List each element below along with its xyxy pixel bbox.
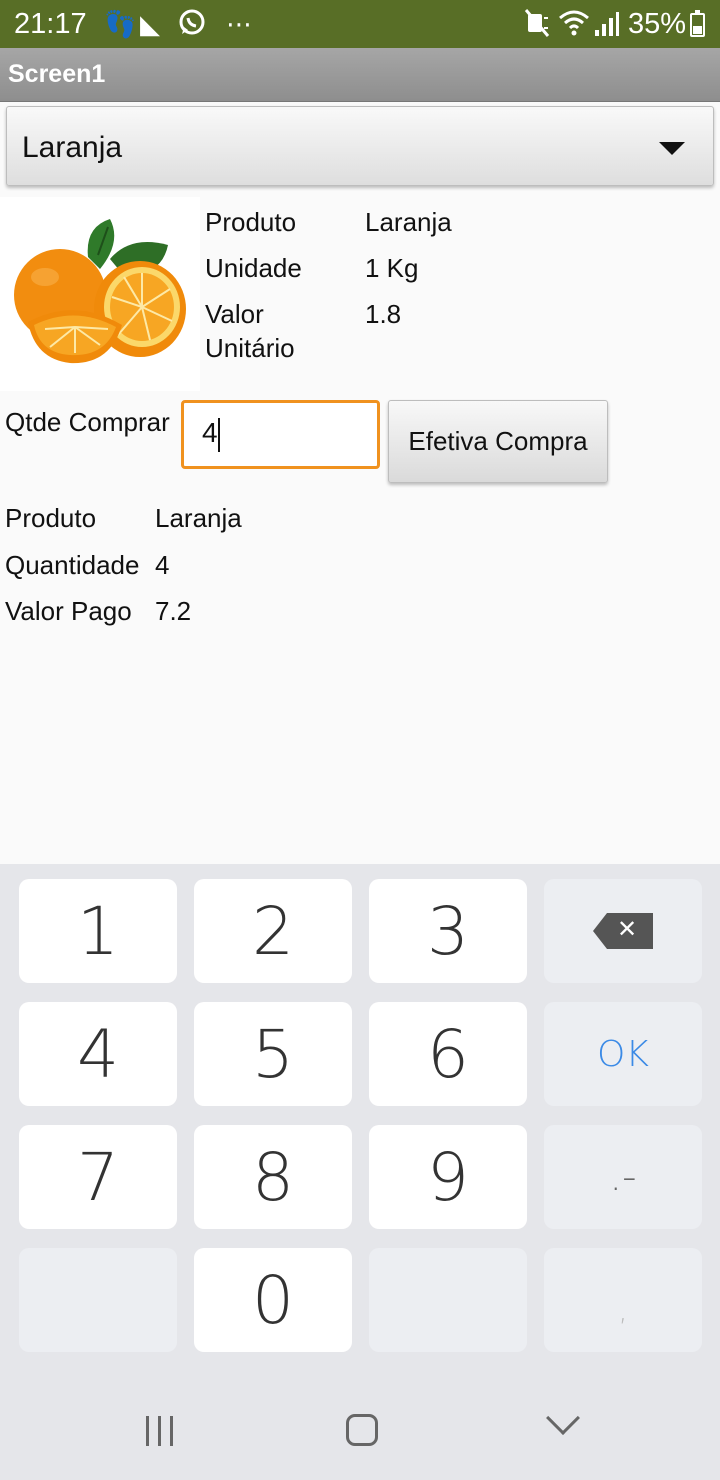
key-2[interactable]: 2	[194, 879, 352, 983]
qty-input[interactable]: 4	[181, 400, 380, 469]
unit-label: Unidade	[205, 253, 302, 283]
product-label: Produto	[205, 207, 297, 237]
hide-keyboard-icon[interactable]	[546, 1401, 580, 1435]
status-time: 21:17	[14, 8, 87, 40]
key-empty-right	[369, 1248, 527, 1352]
key-5[interactable]: 5	[194, 1002, 352, 1106]
unit-value: 1 Kg	[365, 253, 419, 283]
key-empty-left	[19, 1248, 177, 1352]
key-3[interactable]: 3	[369, 879, 527, 983]
text-cursor	[218, 418, 220, 452]
battery-charging-icon	[690, 10, 705, 37]
mute-icon	[524, 8, 550, 45]
unit-price-label: Valor Unitário	[205, 299, 295, 363]
key-1[interactable]: 1	[19, 879, 177, 983]
shoe-icon: ◣	[140, 9, 160, 39]
navigation-bar	[0, 1376, 720, 1480]
wifi-icon	[558, 8, 590, 45]
backspace-icon	[593, 913, 653, 949]
signal-icon	[594, 8, 620, 45]
result-product-value: Laranja	[155, 503, 242, 533]
spinner-selected-value: Laranja	[22, 131, 123, 164]
key-8[interactable]: 8	[194, 1125, 352, 1229]
numeric-keyboard: 1 2 3 4 5 6 OK 7 8 9 .- 0 ,	[0, 864, 720, 1376]
key-7[interactable]: 7	[19, 1125, 177, 1229]
orange-fruit-image	[0, 197, 200, 391]
whatsapp-icon	[178, 8, 206, 43]
result-product-label: Produto	[5, 503, 97, 533]
key-comma[interactable]: ,	[544, 1248, 702, 1352]
more-icon: ⋯	[226, 9, 254, 39]
title-bar: Screen1	[0, 48, 720, 102]
product-spinner[interactable]: Laranja	[6, 106, 714, 186]
efetiva-compra-button[interactable]: Efetiva Compra	[388, 400, 608, 483]
key-4[interactable]: 4	[19, 1002, 177, 1106]
screen-title: Screen1	[8, 60, 106, 88]
qty-label: Qtde Comprar	[5, 407, 170, 437]
result-paid-label: Valor Pago	[5, 596, 132, 626]
recent-apps-icon[interactable]	[146, 1416, 176, 1446]
result-paid-value: 7.2	[155, 596, 192, 626]
key-backspace[interactable]	[544, 879, 702, 983]
dropdown-arrow-icon	[659, 142, 685, 155]
key-6[interactable]: 6	[369, 1002, 527, 1106]
home-icon[interactable]	[346, 1414, 378, 1446]
result-qty-value: 4	[155, 550, 170, 580]
status-bar: 21:17 👣 ◣ ⋯ 35%	[0, 0, 720, 48]
unit-price-value: 1.8	[365, 299, 402, 329]
battery-percent: 35%	[628, 8, 687, 40]
footsteps-icon: 👣	[104, 9, 137, 39]
qty-input-value: 4	[202, 417, 218, 448]
key-ok[interactable]: OK	[544, 1002, 702, 1106]
key-9[interactable]: 9	[369, 1125, 527, 1229]
key-0[interactable]: 0	[194, 1248, 352, 1352]
key-dot-minus[interactable]: .-	[544, 1125, 702, 1229]
result-qty-label: Quantidade	[5, 550, 140, 580]
product-value: Laranja	[365, 207, 452, 237]
